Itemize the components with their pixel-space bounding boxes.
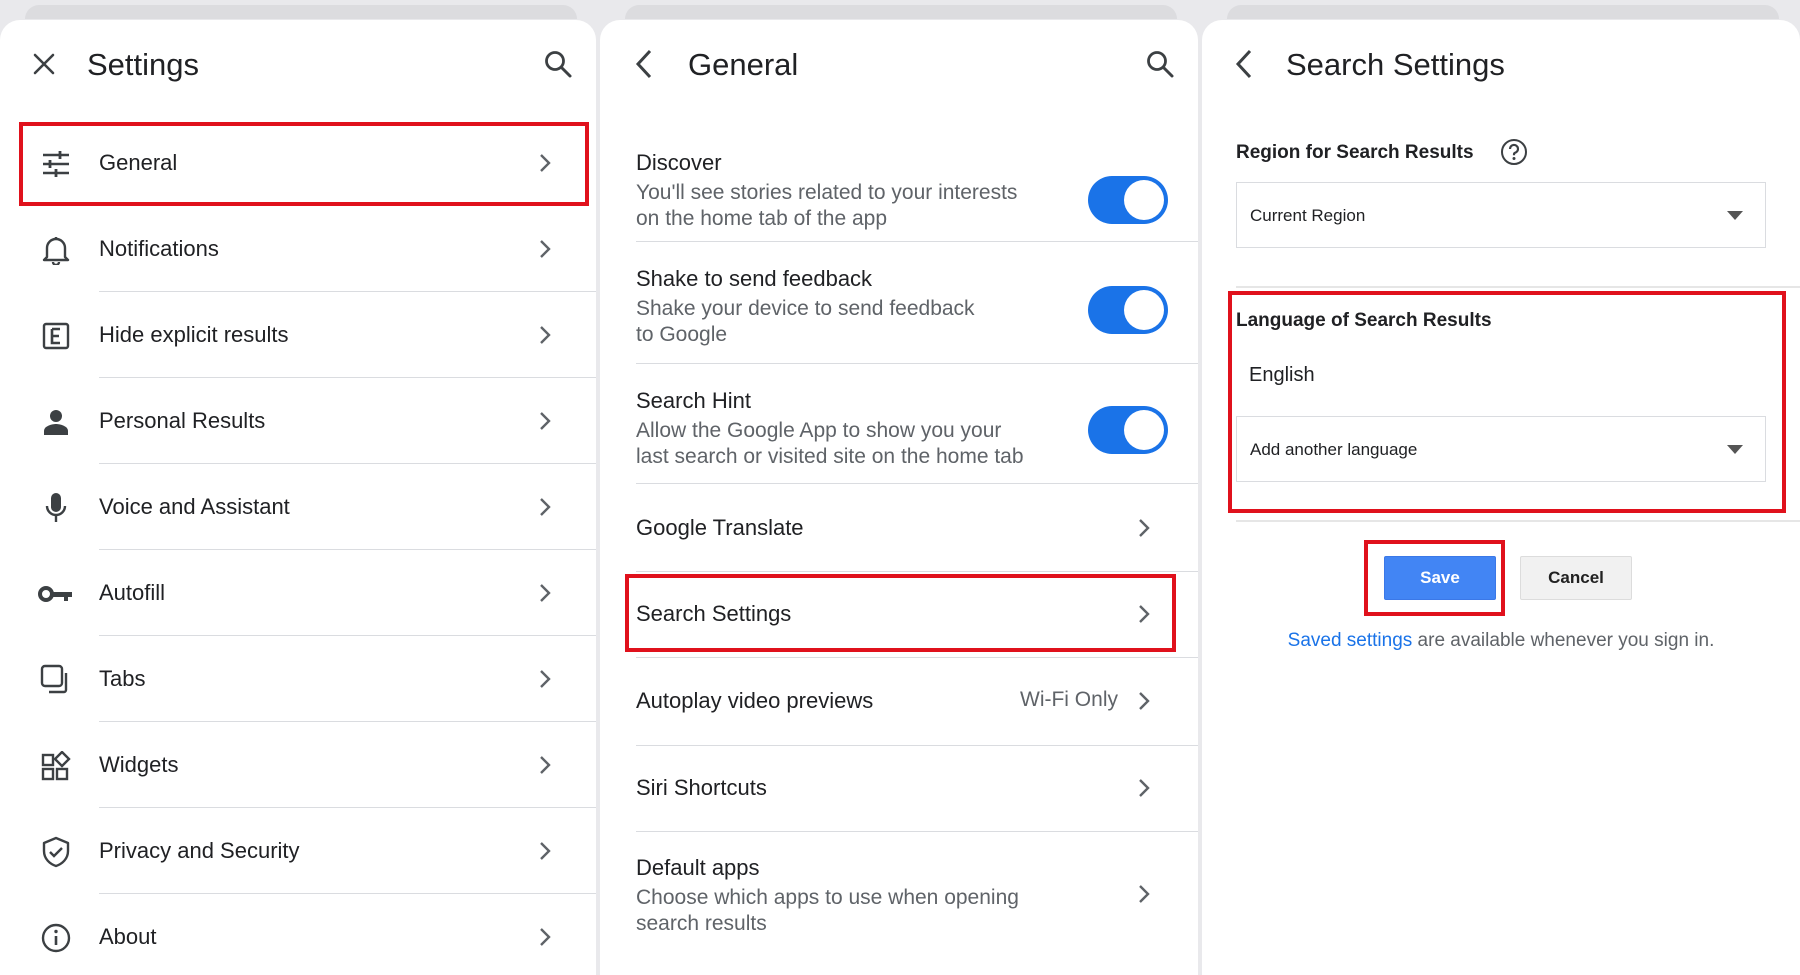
chevron-right-icon <box>1134 686 1154 716</box>
setting-title: Google Translate <box>636 515 804 540</box>
chevron-right-icon <box>1134 513 1154 543</box>
caret-down-icon <box>1727 445 1743 454</box>
settings-item-label: Widgets <box>99 752 179 777</box>
search-icon[interactable] <box>538 44 578 84</box>
setting-title: Shake to send feedback <box>636 266 873 291</box>
chevron-right-icon <box>1134 599 1154 629</box>
widgets-icon <box>36 746 76 786</box>
search-settings-row[interactable]: Search Settings <box>600 572 1198 658</box>
shield-icon <box>36 832 76 872</box>
chevron-right-icon <box>1134 879 1154 909</box>
settings-header: Settings <box>0 20 596 110</box>
add-language-placeholder: Add another language <box>1250 440 1418 459</box>
discover-toggle[interactable] <box>1088 176 1168 224</box>
help-icon[interactable] <box>1500 138 1528 166</box>
settings-item-label: Tabs <box>99 666 146 691</box>
region-heading: Region for Search Results <box>1236 142 1474 163</box>
settings-item-label: Voice and Assistant <box>99 494 290 519</box>
explicit-icon <box>36 316 76 356</box>
divider <box>1236 286 1800 288</box>
general-panel: General Discover You'll see stories rela… <box>600 20 1198 975</box>
current-language: English <box>1249 364 1315 386</box>
shake-feedback-setting: Shake to send feedback Shake your device… <box>600 242 1198 364</box>
search-icon[interactable] <box>1140 44 1180 84</box>
settings-item-general[interactable]: General <box>0 120 596 206</box>
google-translate-row[interactable]: Google Translate <box>600 484 1198 572</box>
chevron-right-icon <box>535 320 555 350</box>
setting-value: Wi-Fi Only <box>1020 688 1118 711</box>
settings-item-label: Notifications <box>99 236 219 261</box>
saved-settings-link[interactable]: Saved settings <box>1288 630 1413 651</box>
setting-title: Siri Shortcuts <box>636 775 767 800</box>
chevron-right-icon <box>535 922 555 952</box>
settings-item-label: About <box>99 924 157 949</box>
settings-item-label: General <box>99 150 178 175</box>
chevron-right-icon <box>535 836 555 866</box>
saved-settings-note: Saved settings are available whenever yo… <box>1287 630 1715 651</box>
settings-item-tabs[interactable]: Tabs <box>0 636 596 722</box>
settings-item-widgets[interactable]: Widgets <box>0 722 596 808</box>
info-icon <box>36 918 76 958</box>
caret-down-icon <box>1727 211 1743 220</box>
settings-item-hide-explicit[interactable]: Hide explicit results <box>0 292 596 378</box>
default-apps-row[interactable]: Default apps Choose which apps to use wh… <box>600 832 1198 952</box>
search-hint-setting: Search Hint Allow the Google App to show… <box>600 364 1198 484</box>
region-select[interactable]: Current Region <box>1236 182 1766 248</box>
save-button[interactable]: Save <box>1384 556 1496 600</box>
siri-shortcuts-row[interactable]: Siri Shortcuts <box>600 746 1198 832</box>
cancel-button[interactable]: Cancel <box>1520 556 1632 600</box>
settings-item-voice[interactable]: Voice and Assistant <box>0 464 596 550</box>
chevron-right-icon <box>1134 773 1154 803</box>
setting-subtitle: Allow the Google App to show you your la… <box>636 419 1024 468</box>
chevron-right-icon <box>535 664 555 694</box>
setting-subtitle: You'll see stories related to your inter… <box>636 181 1018 230</box>
setting-title: Discover <box>636 150 722 175</box>
autoplay-row[interactable]: Autoplay video previews Wi-Fi Only <box>600 658 1198 746</box>
add-language-select[interactable]: Add another language <box>1236 416 1766 482</box>
setting-subtitle: Choose which apps to use when opening se… <box>636 886 1019 935</box>
chevron-right-icon <box>535 750 555 780</box>
page-title: Settings <box>87 47 200 82</box>
setting-title: Search Hint <box>636 388 751 413</box>
language-heading: Language of Search Results <box>1236 310 1492 331</box>
person-icon <box>36 402 76 442</box>
settings-item-about[interactable]: About <box>0 894 596 975</box>
chevron-right-icon <box>535 492 555 522</box>
shake-feedback-toggle[interactable] <box>1088 286 1168 334</box>
setting-subtitle: Shake your device to send feedback to Go… <box>636 297 975 346</box>
search-settings-panel: Search Settings Region for Search Result… <box>1202 20 1800 975</box>
bell-icon <box>36 230 76 270</box>
page-title: General <box>688 47 799 82</box>
tabs-icon <box>36 660 76 700</box>
divider <box>1236 520 1800 522</box>
search-hint-toggle[interactable] <box>1088 406 1168 454</box>
close-icon[interactable] <box>24 44 64 84</box>
settings-item-autofill[interactable]: Autofill <box>0 550 596 636</box>
discover-setting: Discover You'll see stories related to y… <box>600 130 1198 242</box>
chevron-right-icon <box>535 234 555 264</box>
chevron-right-icon <box>535 148 555 178</box>
mic-icon <box>36 488 76 528</box>
chevron-right-icon <box>535 406 555 436</box>
back-icon[interactable] <box>1224 44 1264 84</box>
tune-icon <box>36 144 76 184</box>
settings-item-privacy[interactable]: Privacy and Security <box>0 808 596 894</box>
setting-title: Default apps <box>636 855 760 880</box>
setting-title: Autoplay video previews <box>636 688 874 713</box>
search-settings-header: Search Settings <box>1202 20 1800 110</box>
settings-item-label: Autofill <box>99 580 166 605</box>
setting-title: Search Settings <box>636 601 792 626</box>
region-select-value: Current Region <box>1250 206 1366 225</box>
key-icon <box>36 574 76 614</box>
settings-panel: Settings General Notifications Hide expl… <box>0 20 596 975</box>
settings-item-label: Hide explicit results <box>99 322 289 347</box>
chevron-right-icon <box>535 578 555 608</box>
general-header: General <box>600 20 1198 110</box>
settings-item-notifications[interactable]: Notifications <box>0 206 596 292</box>
settings-item-label: Privacy and Security <box>99 838 300 863</box>
settings-item-personal-results[interactable]: Personal Results <box>0 378 596 464</box>
settings-item-label: Personal Results <box>99 408 266 433</box>
back-icon[interactable] <box>624 44 664 84</box>
page-title: Search Settings <box>1286 47 1505 82</box>
